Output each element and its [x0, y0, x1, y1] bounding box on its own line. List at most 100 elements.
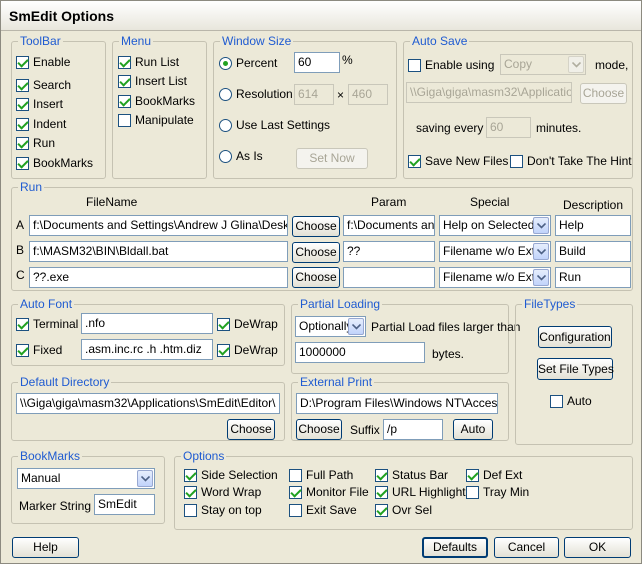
chevron-down-icon[interactable]: [533, 269, 549, 286]
dont-take-hint-checkbox[interactable]: Don't Take The Hint: [510, 154, 632, 168]
bookmarks-mode-select[interactable]: Manual: [17, 468, 155, 489]
word-wrap-checkbox[interactable]: Word Wrap: [184, 485, 261, 499]
set-file-types-button[interactable]: Set File Types: [537, 358, 614, 380]
radio-dot[interactable]: [219, 118, 232, 132]
toolbar-search-checkbox[interactable]: Search: [16, 78, 71, 92]
checkbox-box[interactable]: [408, 58, 421, 72]
auto-save-path-input[interactable]: \\Giga\giga\masm32\Application: [406, 82, 572, 103]
chevron-down-icon[interactable]: [348, 318, 364, 335]
run-param-input[interactable]: f:\Documents an: [343, 215, 435, 236]
cancel-button[interactable]: Cancel: [494, 537, 559, 558]
checkbox-box[interactable]: [375, 485, 388, 499]
external-print-choose-button[interactable]: Choose: [296, 419, 342, 440]
menu-bookmarks-checkbox[interactable]: BookMarks: [118, 94, 195, 108]
run-special-select[interactable]: Filename w/o Ext: [439, 267, 551, 288]
menu-insert-list-checkbox[interactable]: Insert List: [118, 74, 187, 88]
run-description-input[interactable]: Help: [555, 215, 631, 236]
toolbar-insert-checkbox[interactable]: Insert: [16, 97, 63, 111]
run-filename-input[interactable]: f:\Documents and Settings\Andrew J Glina…: [29, 215, 288, 236]
help-button[interactable]: Help: [12, 537, 79, 558]
checkbox-box[interactable]: [375, 503, 388, 517]
configuration-button[interactable]: Configuration: [538, 326, 612, 348]
checkbox-box[interactable]: [16, 97, 29, 111]
run-choose-button[interactable]: Choose: [292, 242, 340, 263]
as-is-radio[interactable]: As Is: [219, 149, 263, 163]
radio-dot[interactable]: [219, 87, 232, 101]
radio-dot[interactable]: [219, 149, 232, 163]
checkbox-box[interactable]: [217, 343, 230, 357]
checkbox-box[interactable]: [118, 94, 131, 108]
checkbox-box[interactable]: [16, 78, 29, 92]
use-last-settings-radio[interactable]: Use Last Settings: [219, 118, 330, 132]
checkbox-box[interactable]: [118, 55, 131, 69]
run-choose-button[interactable]: Choose: [292, 216, 340, 237]
partial-loading-mode-select[interactable]: Optionally: [295, 316, 366, 337]
percent-radio[interactable]: Percent: [219, 56, 277, 70]
checkbox-box[interactable]: [408, 154, 421, 168]
default-directory-choose-button[interactable]: Choose: [227, 419, 275, 440]
checkbox-box[interactable]: [16, 343, 29, 357]
side-selection-checkbox[interactable]: Side Selection: [184, 468, 278, 482]
default-directory-input[interactable]: \\Giga\giga\masm32\Applications\SmEdit\E…: [16, 393, 280, 414]
checkbox-box[interactable]: [184, 503, 197, 517]
stay-on-top-checkbox[interactable]: Stay on top: [184, 503, 262, 517]
checkbox-box[interactable]: [289, 503, 302, 517]
run-filename-input[interactable]: f:\MASM32\BIN\Bldall.bat: [29, 241, 288, 262]
fixed-ext-input[interactable]: .asm.inc.rc .h .htm.diz: [81, 339, 213, 360]
tray-min-checkbox[interactable]: Tray Min: [466, 485, 529, 499]
external-print-auto-button[interactable]: Auto: [453, 419, 493, 440]
checkbox-box[interactable]: [466, 468, 479, 482]
run-special-select[interactable]: Help on Selected: [439, 215, 551, 236]
chevron-down-icon[interactable]: [568, 56, 584, 73]
checkbox-box[interactable]: [16, 156, 29, 170]
radio-dot[interactable]: [219, 56, 232, 70]
auto-save-mode-select[interactable]: Copy: [500, 54, 586, 75]
ovr-sel-checkbox[interactable]: Ovr Sel: [375, 503, 432, 517]
title-bar[interactable]: SmEdit Options: [1, 1, 641, 31]
set-now-button[interactable]: Set Now: [296, 148, 368, 169]
toolbar-enable-checkbox[interactable]: Enable: [16, 55, 70, 69]
partial-load-size-input[interactable]: 1000000: [295, 342, 425, 363]
fixed-dewrap-checkbox[interactable]: DeWrap: [217, 343, 278, 357]
status-bar-checkbox[interactable]: Status Bar: [375, 468, 448, 482]
url-highlight-checkbox[interactable]: URL Highlight: [375, 485, 466, 499]
checkbox-box[interactable]: [375, 468, 388, 482]
marker-string-input[interactable]: SmEdit: [94, 494, 155, 515]
defaults-button[interactable]: Defaults: [422, 537, 488, 558]
exit-save-checkbox[interactable]: Exit Save: [289, 503, 357, 517]
chevron-down-icon[interactable]: [137, 470, 153, 487]
run-filename-input[interactable]: ??.exe: [29, 267, 288, 288]
file-types-auto-checkbox[interactable]: Auto: [550, 394, 592, 408]
run-special-select[interactable]: Filename w/o Ext: [439, 241, 551, 262]
run-description-input[interactable]: Build: [555, 241, 631, 262]
chevron-down-icon[interactable]: [533, 243, 549, 260]
checkbox-box[interactable]: [118, 113, 131, 127]
run-description-input[interactable]: Run: [555, 267, 631, 288]
saving-minutes-input[interactable]: 60: [486, 117, 531, 138]
terminal-dewrap-checkbox[interactable]: DeWrap: [217, 317, 278, 331]
fixed-checkbox[interactable]: Fixed: [16, 343, 62, 357]
resolution-height-input[interactable]: 460: [348, 84, 388, 105]
checkbox-box[interactable]: [289, 485, 302, 499]
menu-run-list-checkbox[interactable]: Run List: [118, 55, 179, 69]
checkbox-box[interactable]: [184, 485, 197, 499]
terminal-ext-input[interactable]: .nfo: [81, 313, 213, 334]
ok-button[interactable]: OK: [564, 537, 631, 558]
checkbox-box[interactable]: [118, 74, 131, 88]
terminal-checkbox[interactable]: Terminal: [16, 317, 78, 331]
resolution-radio[interactable]: Resolution: [219, 87, 293, 101]
def-ext-checkbox[interactable]: Def Ext: [466, 468, 522, 482]
monitor-file-checkbox[interactable]: Monitor File: [289, 485, 369, 499]
percent-input[interactable]: 60: [294, 52, 340, 73]
resolution-width-input[interactable]: 614: [294, 84, 334, 105]
toolbar-indent-checkbox[interactable]: Indent: [16, 117, 66, 131]
checkbox-box[interactable]: [466, 485, 479, 499]
checkbox-box[interactable]: [289, 468, 302, 482]
run-param-input[interactable]: [343, 267, 435, 288]
checkbox-box[interactable]: [550, 394, 563, 408]
auto-save-enable-checkbox[interactable]: Enable using: [408, 58, 494, 72]
checkbox-box[interactable]: [16, 136, 29, 150]
checkbox-box[interactable]: [16, 55, 29, 69]
run-param-input[interactable]: ??: [343, 241, 435, 262]
auto-save-choose-button[interactable]: Choose: [580, 83, 627, 104]
